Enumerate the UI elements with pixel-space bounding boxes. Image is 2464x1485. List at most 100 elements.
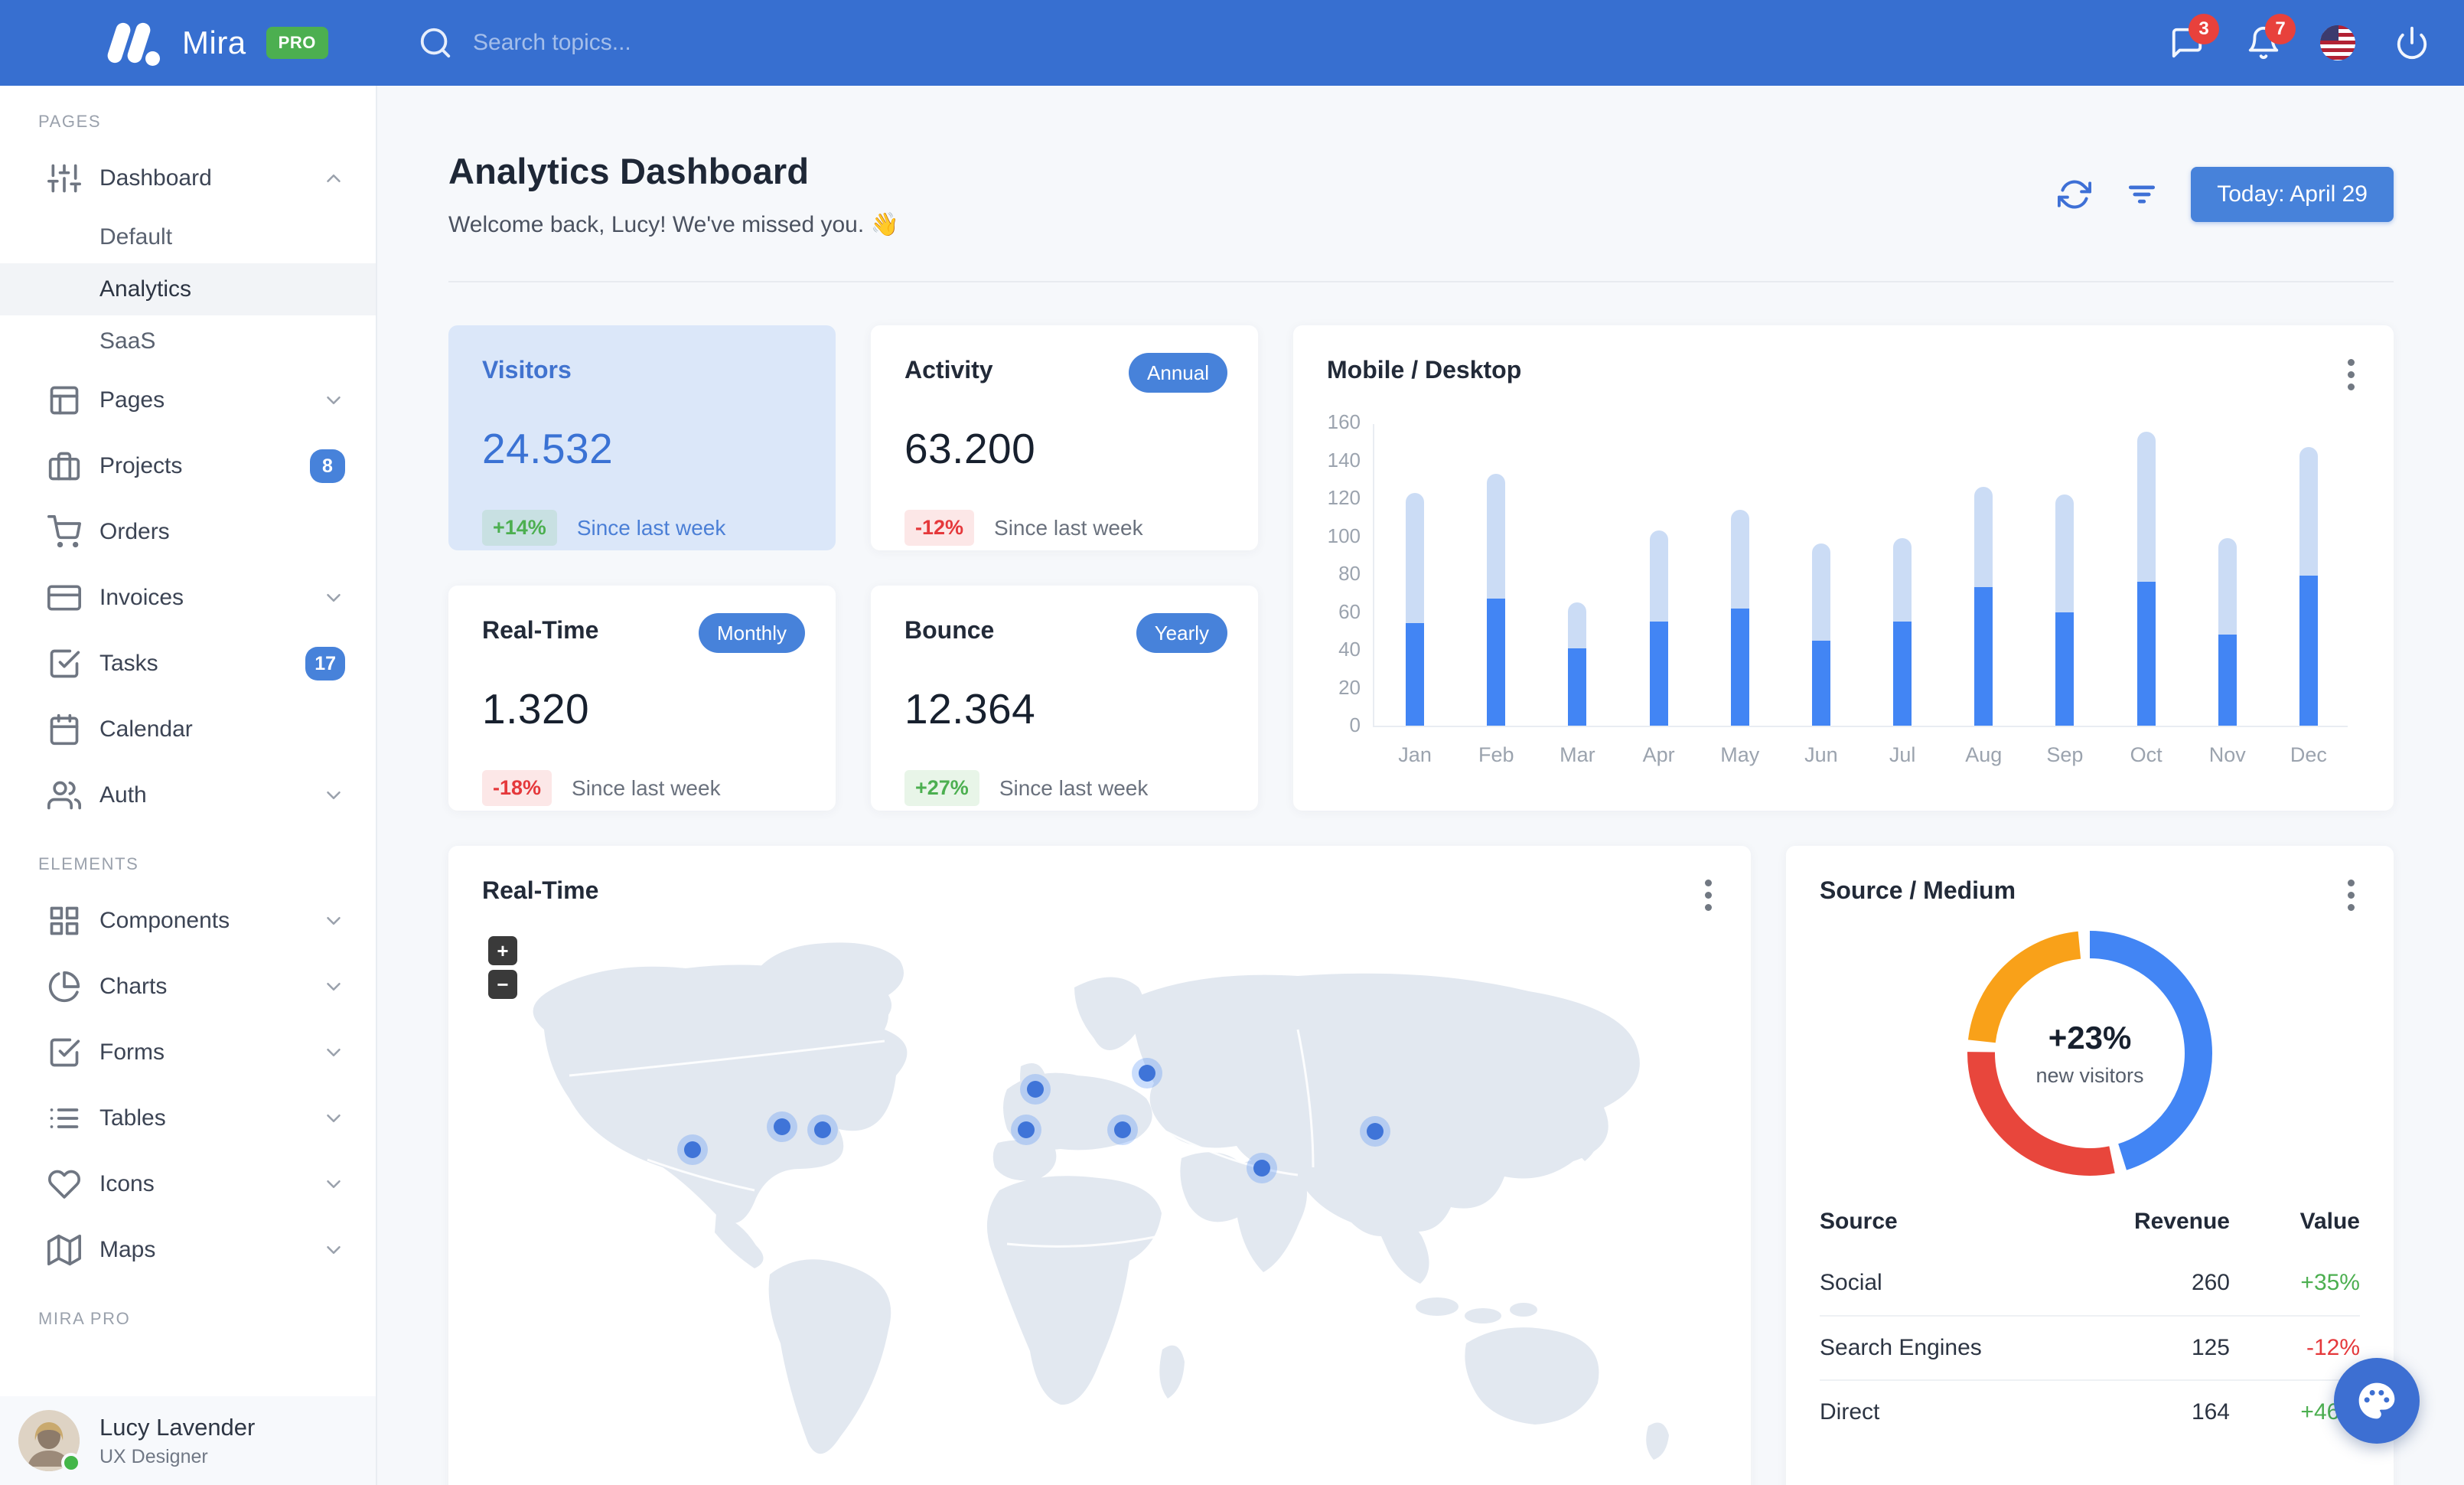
y-axis-tick: 120 [1327, 486, 1361, 509]
bar-mobile-segment [1974, 587, 1993, 726]
y-axis-tick: 100 [1327, 524, 1361, 547]
briefcase-icon [47, 449, 81, 483]
chevron-down-icon [322, 1041, 345, 1064]
map-marker[interactable] [1011, 1115, 1041, 1145]
stat-value: 12.364 [904, 685, 1036, 733]
main-content: Analytics Dashboard Welcome back, Lucy! … [377, 86, 2464, 1485]
map-marker[interactable] [1360, 1116, 1390, 1147]
x-axis-label: Sep [2046, 743, 2084, 766]
panel-menu-button[interactable] [2335, 876, 2366, 913]
sidebar-item-tasks[interactable]: Tasks 17 [0, 631, 376, 697]
sidebar-item-forms[interactable]: Forms [0, 1020, 376, 1085]
mobile-desktop-panel: Mobile / Desktop 0 20 40 60 80 100 120 140 160 Ja… [1293, 325, 2394, 811]
stat-card-visitors: Visitors 24.532 +14% Since last week [448, 325, 836, 550]
sidebar-subitem-default[interactable]: Default [0, 211, 376, 263]
sidebar: PAGES Dashboard Default Analytics SaaS Pages P… [0, 86, 377, 1485]
map-zoom-out-button[interactable]: − [488, 970, 517, 999]
sidebar-subitem-analytics[interactable]: Analytics [0, 263, 376, 315]
sidebar-item-auth[interactable]: Auth [0, 762, 376, 828]
power-icon [2397, 26, 2427, 60]
bar-chart: 0 20 40 60 80 100 120 140 160 Jan Feb Mar Apr May Jun J… [1327, 384, 2360, 766]
sidebar-item-calendar[interactable]: Calendar [0, 697, 376, 762]
map-marker[interactable] [1020, 1074, 1051, 1105]
bar-chart-plot: 0 20 40 60 80 100 120 140 160 Jan Feb Mar Apr May Jun J… [1328, 410, 2348, 766]
grid-icon [47, 904, 81, 938]
sidebar-subitem-label: SaaS [99, 328, 156, 354]
table-cell: Search Engines [1820, 1335, 1982, 1360]
sidebar-item-projects[interactable]: Projects 8 [0, 433, 376, 499]
map-marker[interactable] [807, 1115, 838, 1145]
today-date-button[interactable]: Today: April 29 [2191, 166, 2394, 222]
map-marker[interactable] [1132, 1058, 1162, 1088]
x-axis-label: Mar [1560, 743, 1595, 766]
sidebar-item-pages[interactable]: Pages [0, 367, 376, 433]
map-marker[interactable] [1107, 1115, 1138, 1145]
table-cell: Direct [1820, 1399, 1880, 1425]
layout-icon [47, 383, 81, 417]
map-marker[interactable] [767, 1111, 797, 1142]
grid-icon [50, 906, 79, 935]
bar-mobile-segment [2055, 612, 2075, 726]
calendar-icon [47, 713, 81, 746]
language-flag-us[interactable] [2320, 25, 2355, 60]
search-icon [420, 28, 451, 58]
y-axis-tick: 0 [1349, 713, 1361, 736]
realtime-map-panel: Real-Time + − [448, 846, 1751, 1485]
chevron-down-icon [322, 389, 345, 412]
map-marker[interactable] [1247, 1153, 1277, 1183]
donut-center-label: new visitors [2035, 1063, 2144, 1087]
map-marker[interactable] [677, 1134, 708, 1165]
sidebar-item-icons[interactable]: Icons [0, 1151, 376, 1217]
map-icon [47, 1233, 81, 1267]
panel-menu-button[interactable] [1693, 876, 1723, 913]
x-axis-label: Jun [1804, 743, 1838, 766]
chevron-down-icon [327, 1180, 341, 1188]
sidebar-item-tables[interactable]: Tables [0, 1085, 376, 1151]
chevron-down-icon [322, 586, 345, 609]
sidebar-count-badge: 8 [310, 449, 345, 483]
y-axis-tick: 60 [1338, 599, 1361, 623]
sidebar-item-maps[interactable]: Maps [0, 1217, 376, 1283]
sidebar-nav: PAGES Dashboard Default Analytics SaaS Pages P… [0, 86, 376, 1343]
cart-icon [47, 515, 81, 549]
sidebar-item-charts[interactable]: Charts [0, 954, 376, 1020]
chevron-down-icon [327, 983, 341, 991]
map-zoom-in-button[interactable]: + [488, 936, 517, 965]
sidebar-item-orders[interactable]: Orders [0, 499, 376, 565]
x-axis-label: Dec [2290, 743, 2327, 766]
user-menu[interactable]: Lucy Lavender UX Designer [0, 1396, 376, 1485]
notifications-button[interactable]: 7 [2244, 14, 2296, 63]
stat-delta-badge: +27% [904, 770, 979, 806]
sliders-icon [47, 162, 81, 195]
sidebar-item-invoices[interactable]: Invoices [0, 565, 376, 631]
top-navbar: Mira PRO 3 7 [0, 0, 2464, 86]
avatar [18, 1410, 81, 1473]
stat-card-activity: Activity Annual 63.200 -12% Since last week [871, 325, 1258, 550]
x-axis-label: Jul [1889, 743, 1916, 766]
sidebar-item-dashboard[interactable]: Dashboard [0, 145, 376, 211]
sidebar-item-label: Projects [99, 453, 183, 478]
refresh-icon [2058, 179, 2092, 209]
cart-icon [47, 515, 81, 548]
sign-out-button[interactable] [2392, 23, 2432, 63]
y-axis-tick: 160 [1327, 410, 1361, 433]
sidebar-item-label: Pages [99, 387, 165, 413]
sidebar-subitem-saas[interactable]: SaaS [0, 315, 376, 367]
map-icon [47, 1234, 81, 1266]
sidebar-item-components[interactable]: Components [0, 888, 376, 954]
brand[interactable]: Mira PRO [0, 18, 377, 68]
theme-settings-button[interactable] [2334, 1358, 2420, 1444]
filter-button[interactable] [2123, 176, 2160, 213]
search-input[interactable] [473, 30, 1009, 56]
table-cell: +35% [2300, 1270, 2360, 1295]
chevron-up-icon [327, 175, 341, 182]
refresh-button[interactable] [2056, 176, 2093, 213]
messages-button[interactable]: 3 [2167, 14, 2219, 63]
world-map [533, 942, 1669, 1460]
bar-jan [1406, 492, 1425, 726]
chevron-up-icon [322, 167, 345, 190]
pro-badge: PRO [266, 27, 328, 59]
source-medium-panel: Source / Medium +23% new visitors Source… [1786, 846, 2394, 1485]
panel-title-source-medium: Source / Medium [1820, 876, 2016, 904]
bar-apr [1649, 530, 1668, 726]
